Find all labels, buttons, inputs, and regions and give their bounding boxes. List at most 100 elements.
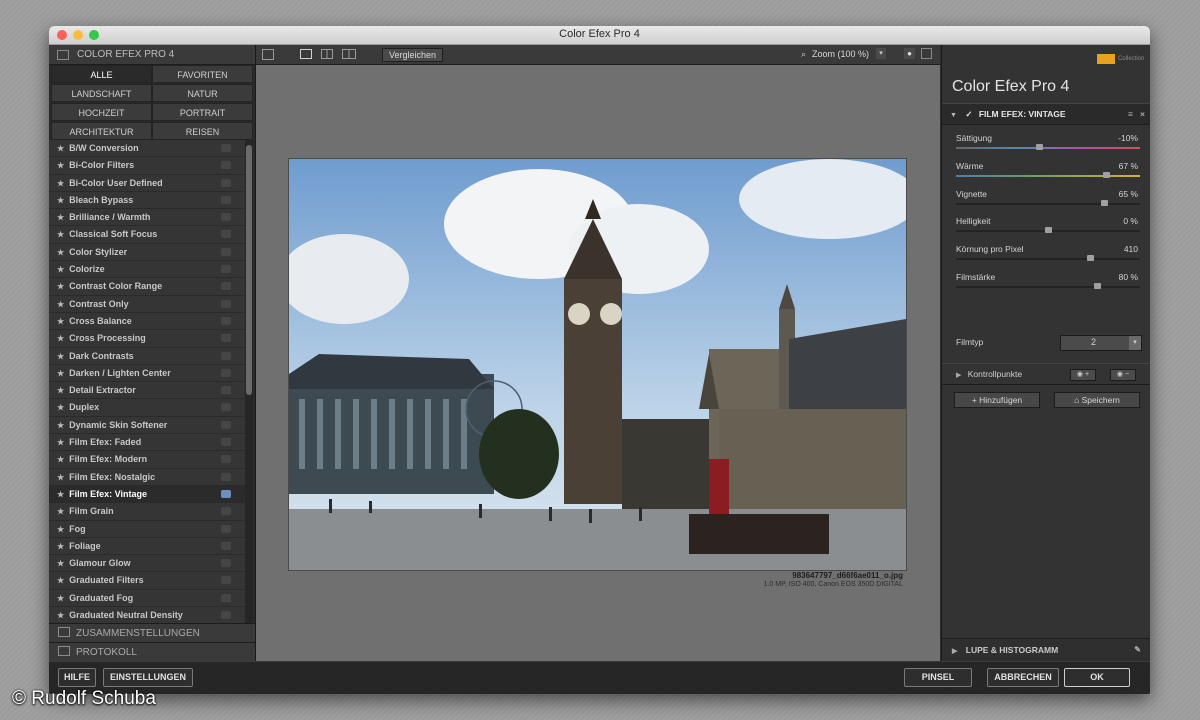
category-tab[interactable]: REISEN [152, 122, 253, 140]
slider-handle[interactable] [1035, 144, 1043, 150]
star-icon[interactable]: ★ [57, 542, 64, 551]
preset-badge-icon[interactable] [221, 420, 231, 429]
preset-badge-icon[interactable] [221, 316, 231, 325]
filter-list-scrollbar[interactable] [245, 140, 253, 624]
bulb-icon[interactable]: ● [904, 48, 915, 59]
filter-list-item[interactable]: ★ Dynamic Skin Softener [49, 416, 245, 435]
filter-list-item[interactable]: ★ Classical Soft Focus [49, 226, 245, 244]
preset-badge-icon[interactable] [221, 368, 231, 377]
preset-badge-icon[interactable] [221, 507, 231, 516]
filter-list-item[interactable]: ★ Color Stylizer [49, 243, 245, 262]
brush-button[interactable]: PINSEL [904, 668, 972, 687]
star-icon[interactable]: ★ [57, 455, 64, 464]
slider-handle[interactable] [1086, 255, 1094, 262]
filter-list-item[interactable]: ★ Bi-Color Filters [49, 157, 245, 175]
preset-badge-icon[interactable] [221, 593, 231, 602]
category-tab[interactable]: LANDSCHAFT [51, 84, 152, 102]
save-preset-button[interactable]: ⌂ Speichern [1054, 392, 1140, 408]
slider-handle[interactable] [1102, 171, 1110, 178]
slider-track[interactable] [956, 147, 1140, 149]
preset-badge-icon[interactable] [221, 351, 231, 360]
slider-handle[interactable] [1044, 227, 1052, 234]
help-button[interactable]: HILFE [58, 668, 96, 687]
preset-badge-icon[interactable] [221, 265, 231, 274]
param-value[interactable]: 65 % [1119, 189, 1138, 199]
filter-list-item[interactable]: ★ Cross Balance [49, 312, 245, 331]
category-tab[interactable]: FAVORITEN [152, 65, 253, 83]
remove-control-point-icon[interactable]: ◉ − [1110, 369, 1136, 381]
ok-button[interactable]: OK [1064, 668, 1130, 687]
star-icon[interactable]: ★ [57, 421, 64, 430]
filter-list-item[interactable]: ★ Foliage [49, 537, 245, 556]
filter-list-item[interactable]: ★ Bi-Color User Defined [49, 174, 245, 192]
preset-badge-icon[interactable] [221, 403, 231, 412]
filter-list-item[interactable]: ★ Film Grain [49, 503, 245, 521]
slider-handle[interactable] [1094, 283, 1102, 289]
preset-badge-icon[interactable] [221, 299, 231, 308]
expand-arrow-icon[interactable]: ▶ [956, 372, 961, 379]
filter-list-item[interactable]: ★ Film Efex: Modern [49, 451, 245, 469]
single-view-icon[interactable] [300, 49, 312, 59]
filter-list-item[interactable]: ★ Graduated Neutral Density [49, 607, 245, 624]
category-tab[interactable]: NATUR [152, 84, 253, 102]
star-icon[interactable]: ★ [57, 352, 64, 361]
preset-badge-icon[interactable] [221, 611, 231, 620]
preview-photo[interactable] [288, 158, 907, 571]
category-tab[interactable]: ALLE [51, 65, 152, 83]
filter-list-item[interactable]: ★ Graduated Fog [49, 589, 245, 608]
filter-list-item[interactable]: ★ Bleach Bypass [49, 191, 245, 210]
preset-badge-icon[interactable] [221, 489, 231, 498]
filter-list-item[interactable]: ★ Contrast Color Range [49, 278, 245, 296]
star-icon[interactable]: ★ [57, 594, 64, 603]
star-icon[interactable]: ★ [57, 507, 64, 516]
scrollbar-thumb[interactable] [246, 145, 252, 395]
slider-track[interactable] [956, 174, 1140, 177]
close-icon[interactable]: × [1140, 104, 1145, 124]
slider-track[interactable] [956, 202, 1140, 205]
preset-badge-icon[interactable] [221, 144, 231, 152]
filter-list-item[interactable]: ★ B/W Conversion [49, 140, 245, 158]
param-value[interactable]: 80 % [1119, 272, 1138, 282]
category-tab[interactable]: PORTRAIT [152, 103, 253, 121]
menu-icon[interactable]: ≡ [1128, 104, 1133, 124]
background-icon[interactable] [921, 48, 932, 59]
star-icon[interactable]: ★ [57, 576, 64, 585]
star-icon[interactable]: ★ [57, 386, 64, 395]
filter-list-item[interactable]: ★ Fog [49, 520, 245, 538]
filter-list-item[interactable]: ★ Colorize [49, 261, 245, 279]
filter-list-item[interactable]: ★ Brilliance / Warmth [49, 209, 245, 227]
param-slider[interactable]: Vignette 65 % [954, 187, 1140, 215]
chevron-down-icon[interactable]: ▾ [876, 48, 886, 59]
preset-badge-icon[interactable] [221, 386, 231, 395]
star-icon[interactable]: ★ [57, 282, 64, 291]
star-icon[interactable]: ★ [57, 473, 64, 482]
slider-track[interactable] [956, 258, 1140, 261]
slider-track[interactable] [956, 286, 1140, 288]
compare-button[interactable]: Vergleichen [382, 48, 444, 62]
section-zusammenstellungen[interactable]: ZUSAMMENSTELLUNGEN [49, 623, 255, 643]
settings-button[interactable]: EINSTELLUNGEN [103, 668, 193, 687]
preset-badge-icon[interactable] [221, 472, 231, 481]
star-icon[interactable]: ★ [57, 248, 64, 257]
preset-badge-icon[interactable] [221, 524, 231, 533]
star-icon[interactable]: ★ [57, 230, 64, 239]
star-icon[interactable]: ★ [57, 144, 64, 153]
star-icon[interactable]: ★ [57, 525, 64, 534]
param-slider[interactable]: Wärme 67 % [954, 159, 1140, 187]
cancel-button[interactable]: ABBRECHEN [987, 668, 1059, 687]
filter-list-item[interactable]: ★ Film Efex: Vintage [49, 485, 245, 504]
preset-badge-icon[interactable] [221, 334, 231, 343]
param-value[interactable]: 67 % [1119, 161, 1138, 171]
preset-badge-icon[interactable] [221, 541, 231, 550]
preset-badge-icon[interactable] [221, 455, 231, 464]
preset-badge-icon[interactable] [221, 230, 231, 239]
param-slider[interactable]: Filmstärke 80 % [954, 270, 1140, 298]
star-icon[interactable]: ★ [57, 369, 64, 378]
star-icon[interactable]: ★ [57, 179, 64, 188]
add-control-point-icon[interactable]: ◉ + [1070, 369, 1096, 381]
collapse-arrow-icon[interactable]: ▼ [950, 112, 957, 119]
star-icon[interactable]: ★ [57, 438, 64, 447]
filter-list-item[interactable]: ★ Detail Extractor [49, 382, 245, 400]
star-icon[interactable]: ★ [57, 403, 64, 412]
preset-badge-icon[interactable] [221, 161, 231, 170]
